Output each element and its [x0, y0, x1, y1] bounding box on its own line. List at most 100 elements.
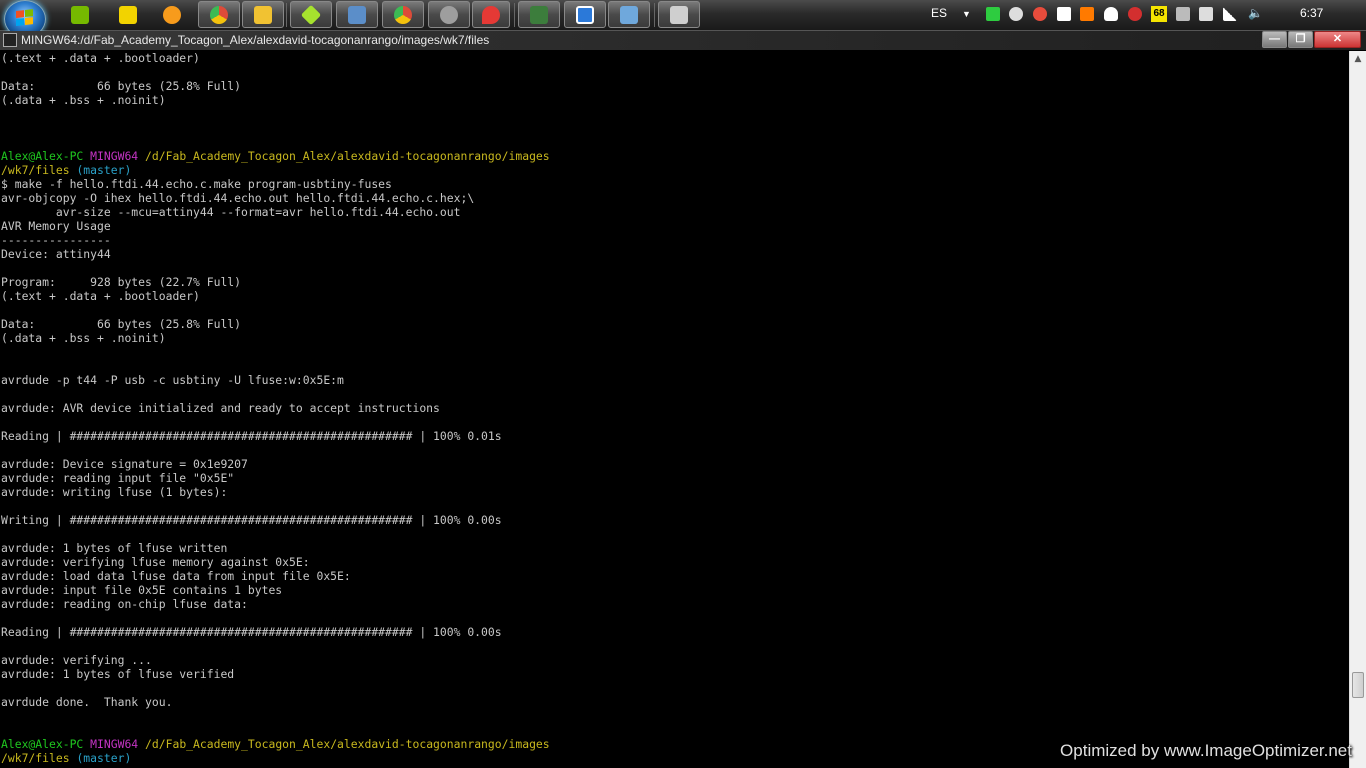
taskbar-app-media-player[interactable] [158, 1, 186, 28]
terminal-line: (.text + .data + .bootloader) [1, 51, 200, 65]
prompt-path-cont: /wk7/files [1, 163, 70, 177]
mega-icon[interactable] [1128, 7, 1142, 21]
taskbar-app-terminal[interactable] [518, 1, 560, 28]
taskbar-app-chrome[interactable] [198, 1, 240, 28]
terminal-line: (.text + .data + .bootloader) [1, 289, 200, 303]
prompt-path-cont: /wk7/files [1, 751, 70, 765]
taskbar-app-gimp[interactable] [428, 1, 470, 28]
git-icon [300, 4, 322, 25]
terminal-line: Data: 66 bytes (25.8% Full) [1, 317, 242, 331]
prompt-path: /d/Fab_Academy_Tocagon_Alex/alexdavid-to… [145, 737, 550, 751]
prompt-branch: (master) [76, 163, 132, 177]
terminal-line: avrdude: Device signature = 0x1e9207 [1, 457, 248, 471]
terminal-output[interactable]: (.text + .data + .bootloader) Data: 66 b… [0, 51, 1349, 768]
terminal-line: avr-objcopy -O ihex hello.ftdi.44.echo.o… [1, 191, 475, 205]
scroll-up-arrow-icon[interactable]: ▲ [1350, 51, 1366, 67]
calculator-icon [670, 5, 688, 24]
terminal-line: avrdude: 1 bytes of lfuse written [1, 541, 228, 555]
maximize-button[interactable]: ❐ [1288, 31, 1313, 48]
tray-expand-icon[interactable]: ▼ [962, 9, 971, 19]
mingw-app-icon[interactable] [3, 33, 17, 47]
taskbar-app-document[interactable] [336, 1, 378, 28]
terminal-line: Writing | ##############################… [1, 513, 502, 527]
avast-icon[interactable] [1080, 7, 1094, 21]
taskbar-app-chrome-2[interactable] [382, 1, 424, 28]
terminal-line: Program: 928 bytes (22.7% Full) [1, 275, 242, 289]
taskbar-app-folder-window[interactable] [608, 1, 650, 28]
volume-icon[interactable]: 🔈 [1248, 6, 1263, 20]
tray-badge[interactable]: 68 [1151, 6, 1167, 22]
close-button[interactable]: ✕ [1314, 31, 1361, 48]
prompt-line: Alex@Alex-PC MINGW64 /d/Fab_Academy_Toca… [0, 149, 1349, 163]
terminal-line: avrdude: reading input file "0x5E" [1, 471, 235, 485]
prompt-path: /d/Fab_Academy_Tocagon_Alex/alexdavid-to… [145, 149, 550, 163]
prompt-shell: MINGW64 [90, 149, 139, 163]
prompt-branch: (master) [76, 751, 132, 765]
nvidia-icon [71, 5, 89, 24]
window-title: MINGW64:/d/Fab_Academy_Tocagon_Alex/alex… [21, 33, 490, 47]
document-icon [348, 5, 366, 24]
terminal-line: (.data + .bss + .noinit) [1, 93, 166, 107]
terminal-line: avrdude: verifying lfuse memory against … [1, 555, 310, 569]
window-icon [576, 5, 594, 24]
language-indicator[interactable]: ES [931, 6, 947, 20]
taskbar-separator [514, 3, 515, 27]
network-error-icon[interactable] [1176, 7, 1190, 21]
terminal-line: avrdude done. Thank you. [1, 695, 173, 709]
terminal-line: $ make -f hello.ftdi.44.echo.c.make prog… [1, 177, 392, 191]
chrome-icon [394, 5, 412, 24]
vertical-scrollbar[interactable]: ▲ [1349, 51, 1366, 768]
terminal-line: Reading | ##############################… [1, 429, 502, 443]
terminal-line: avrdude: writing lfuse (1 bytes): [1, 485, 228, 499]
taskbar-app-window[interactable] [564, 1, 606, 28]
cloud-upload-icon[interactable] [1009, 7, 1023, 21]
folder-window-icon [620, 5, 638, 24]
taskbar-separator [654, 3, 655, 27]
chrome-icon [210, 5, 228, 24]
taskbar-app-winamp[interactable] [114, 1, 142, 28]
taskbar-app-git[interactable] [290, 1, 332, 28]
taskbar-separator [286, 3, 287, 27]
scroll-thumb[interactable] [1352, 672, 1364, 698]
terminal-line: Reading | ##############################… [1, 625, 502, 639]
windows-logo-icon [16, 9, 34, 27]
taskbar-app-explorer[interactable] [242, 1, 284, 28]
app-tray-icon[interactable] [1033, 7, 1047, 21]
terminal-line: avrdude: load data lfuse data from input… [1, 569, 351, 583]
terminal-line: (.data + .bss + .noinit) [1, 331, 166, 345]
signal-icon[interactable] [1223, 7, 1237, 21]
watermark-text: Optimized by www.ImageOptimizer.net [1060, 741, 1352, 760]
taskbar-app-inkscape[interactable] [472, 1, 510, 28]
folder-icon [254, 5, 272, 24]
prompt-user: Alex@Alex-PC [1, 149, 84, 163]
clock[interactable]: 6:37 [1300, 6, 1323, 20]
window-titlebar[interactable]: MINGW64:/d/Fab_Academy_Tocagon_Alex/alex… [0, 31, 1366, 50]
taskbar-app-calculator[interactable] [658, 1, 700, 28]
winamp-icon [119, 5, 137, 24]
terminal-icon [530, 5, 548, 24]
usb-device-icon[interactable] [1199, 7, 1213, 21]
taskbar-app-nvidia[interactable] [66, 1, 94, 28]
inkscape-icon [482, 5, 500, 24]
media-player-icon [163, 5, 181, 24]
battery-icon[interactable] [986, 7, 1000, 21]
terminal-line: AVR Memory Usage [1, 219, 111, 233]
prompt-line: /wk7/files (master) [0, 163, 1349, 177]
dropbox-icon[interactable] [1057, 7, 1071, 21]
minimize-button[interactable]: — [1262, 31, 1287, 48]
cloud-icon[interactable] [1104, 7, 1118, 21]
terminal-line: avrdude: 1 bytes of lfuse verified [1, 667, 235, 681]
terminal-line: Device: attiny44 [1, 247, 111, 261]
